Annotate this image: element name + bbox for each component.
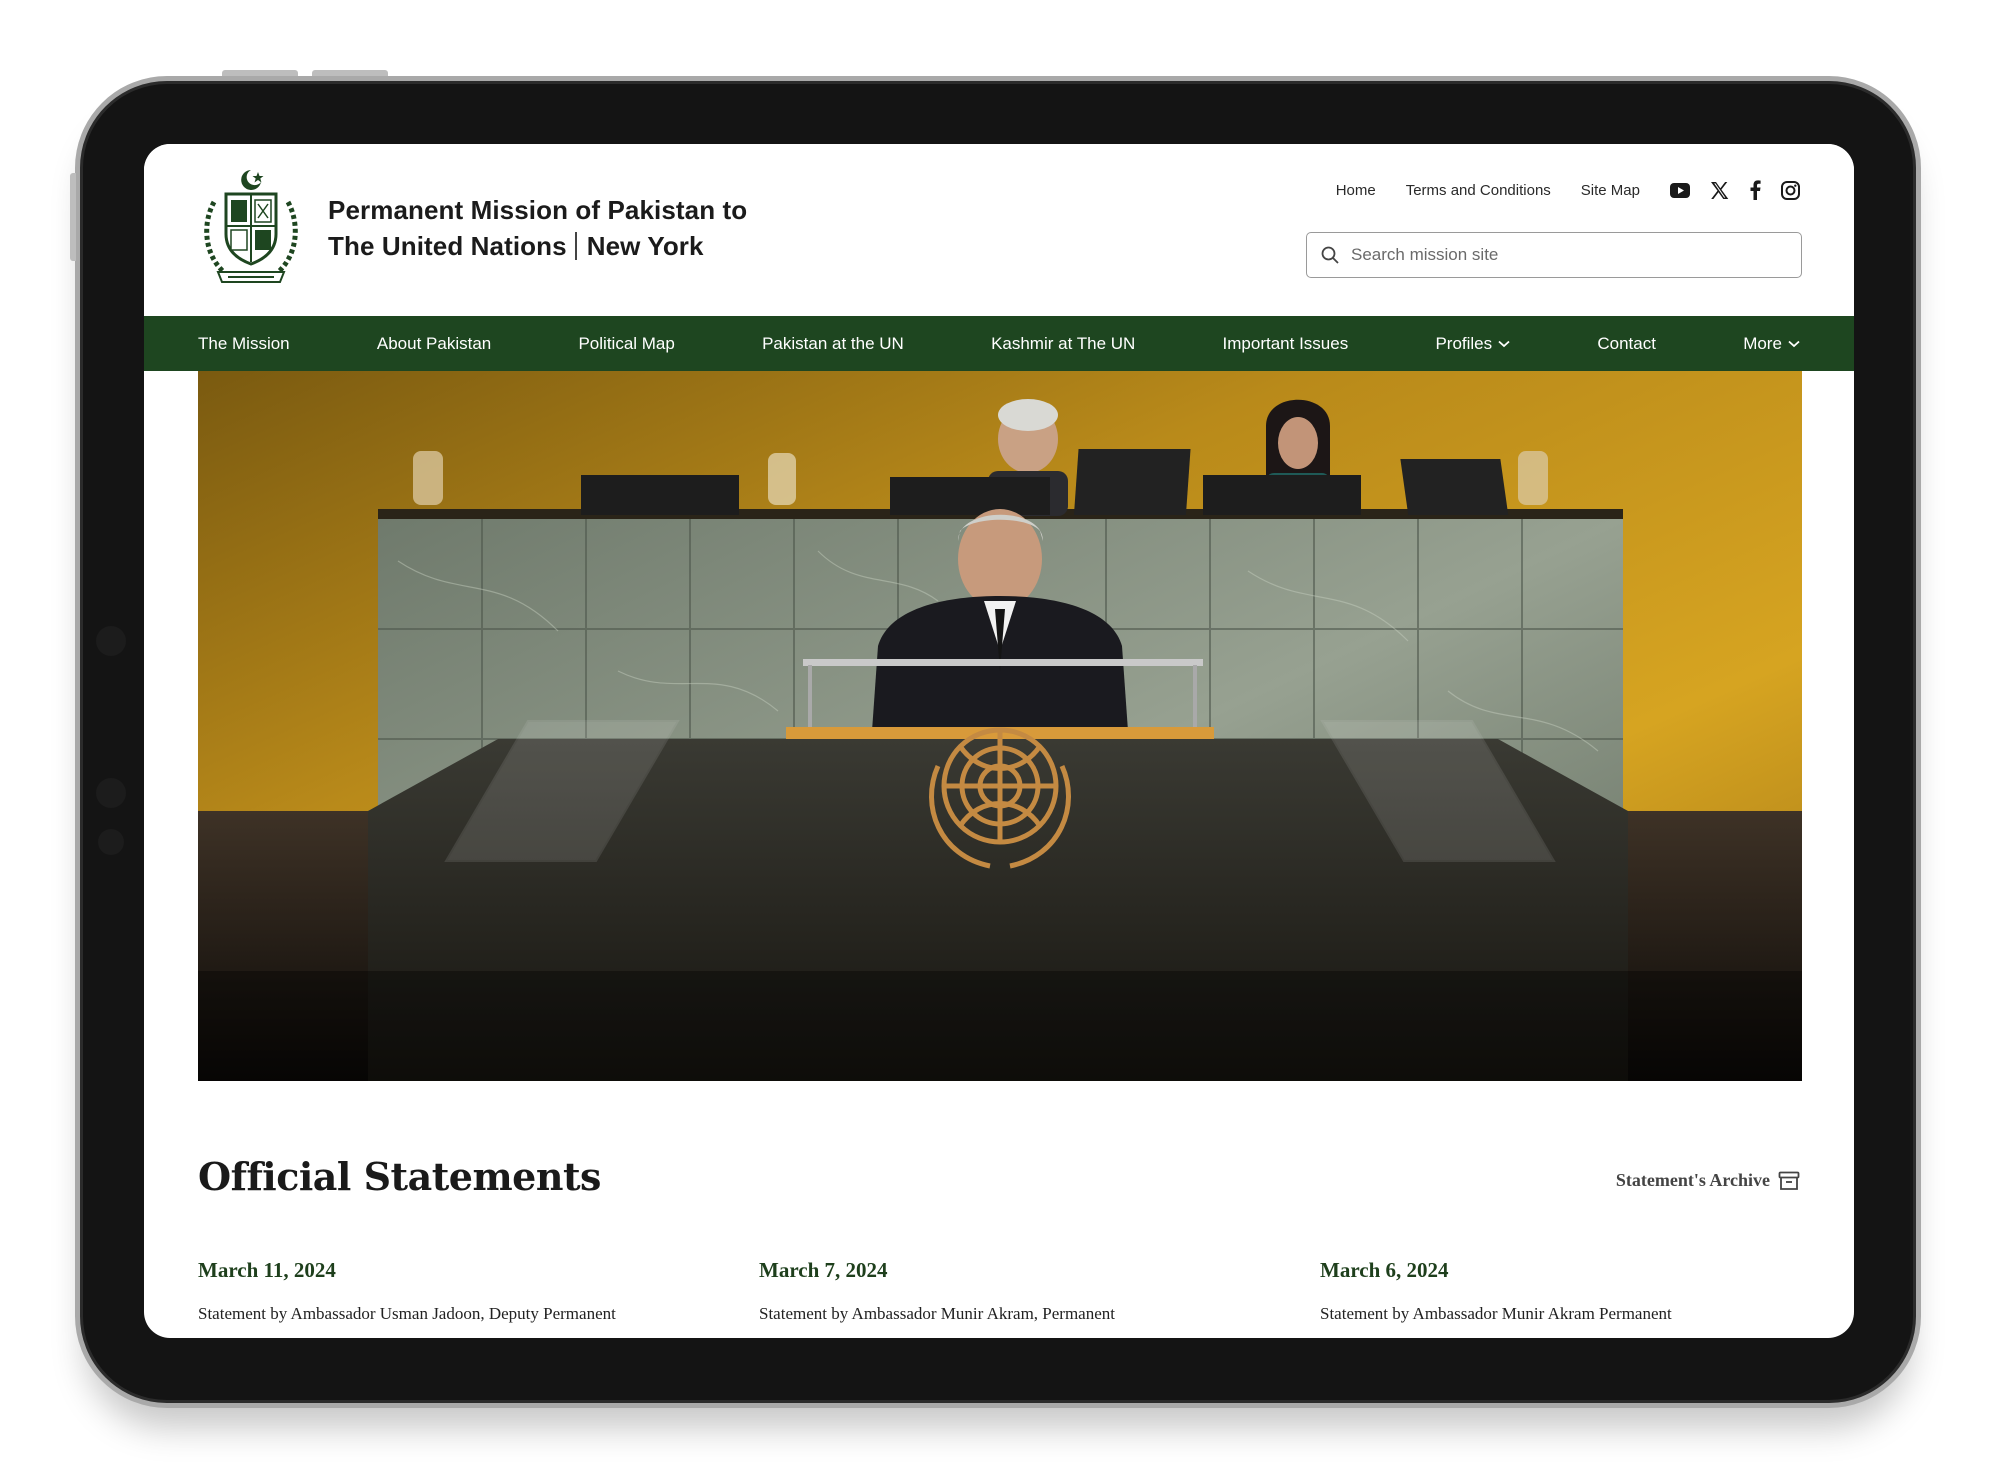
nav-label: More (1743, 333, 1782, 353)
nav-label: Profiles (1435, 333, 1493, 353)
nav-item-more[interactable]: More (1743, 334, 1800, 354)
title-divider (574, 232, 577, 260)
statement-card[interactable]: March 11, 2024 Statement by Ambassador U… (198, 1258, 678, 1325)
nav-item-important-issues[interactable]: Important Issues (1223, 334, 1349, 354)
terms-link[interactable]: Terms and Conditions (1406, 182, 1551, 199)
un-general-assembly-photo (198, 371, 1802, 1081)
home-link[interactable]: Home (1336, 182, 1376, 199)
browser-viewport: Permanent Mission of Pakistan to The Uni… (144, 144, 1854, 1338)
nav-item-about-pakistan[interactable]: About Pakistan (377, 334, 491, 354)
nav-item-contact[interactable]: Contact (1597, 334, 1656, 354)
nav-label: Important Issues (1222, 333, 1349, 353)
section-title: Official Statements (198, 1154, 601, 1199)
side-button (70, 173, 76, 261)
nav-item-the-mission[interactable]: The Mission (198, 334, 290, 354)
volume-button (312, 70, 388, 76)
statement-date: March 11, 2024 (198, 1258, 336, 1282)
site-title-un: The United Nations (328, 231, 567, 261)
main-nav: The Mission About Pakistan Political Map… (144, 316, 1854, 371)
statement-text[interactable]: Statement by Ambassador Munir Akram, Per… (759, 1303, 1239, 1325)
statement-date: March 7, 2024 (759, 1258, 888, 1282)
youtube-icon[interactable] (1670, 182, 1690, 198)
chevron-down-icon (1498, 340, 1510, 347)
nav-label: The Mission (198, 333, 290, 353)
volume-button (222, 70, 298, 76)
nav-item-political-map[interactable]: Political Map (578, 334, 674, 354)
pakistan-emblem-icon[interactable] (196, 164, 306, 292)
site-title-line2: The United Nations New York (328, 228, 747, 264)
archive-label: Statement's Archive (1615, 1170, 1770, 1190)
archive-box-icon (1778, 1171, 1800, 1190)
nav-label: Kashmir at The UN (991, 333, 1136, 353)
search-icon (1321, 246, 1339, 264)
nav-item-pakistan-at-the-un[interactable]: Pakistan at the UN (762, 334, 904, 354)
statement-card[interactable]: March 6, 2024 Statement by Ambassador Mu… (1320, 1258, 1800, 1325)
nav-label: Pakistan at the UN (762, 333, 904, 353)
hero-image (198, 371, 1802, 1081)
statement-text[interactable]: Statement by Ambassador Usman Jadoon, De… (198, 1303, 678, 1325)
nav-label: Contact (1597, 333, 1656, 353)
search-input[interactable] (1349, 244, 1773, 266)
sitemap-link[interactable]: Site Map (1581, 182, 1640, 199)
camera-sensor (96, 626, 126, 656)
utility-links: Home Terms and Conditions Site Map (1336, 178, 1800, 202)
nav-item-profiles[interactable]: Profiles (1435, 334, 1510, 354)
instagram-icon[interactable] (1781, 180, 1800, 200)
site-title-line1: Permanent Mission of Pakistan to (328, 195, 748, 225)
nav-label: Political Map (578, 333, 675, 353)
statement-text[interactable]: Statement by Ambassador Munir Akram Perm… (1320, 1303, 1800, 1325)
nav-label: About Pakistan (376, 333, 492, 353)
statement-card[interactable]: March 7, 2024 Statement by Ambassador Mu… (759, 1258, 1239, 1325)
site-header: Permanent Mission of Pakistan to The Uni… (144, 144, 1854, 316)
x-icon[interactable] (1710, 181, 1729, 200)
chevron-down-icon (1788, 340, 1800, 347)
camera-sensor (96, 778, 126, 808)
facebook-icon[interactable] (1749, 180, 1761, 200)
nav-item-kashmir-at-the-un[interactable]: Kashmir at The UN (991, 334, 1135, 354)
social-links (1670, 180, 1800, 200)
statement-date: March 6, 2024 (1320, 1258, 1449, 1282)
search-box[interactable] (1306, 232, 1802, 278)
camera-sensor (98, 829, 124, 855)
site-title[interactable]: Permanent Mission of Pakistan to The Uni… (328, 192, 747, 264)
statements-archive-link[interactable]: Statement's Archive (1616, 1170, 1800, 1191)
site-title-city: New York (586, 231, 704, 261)
